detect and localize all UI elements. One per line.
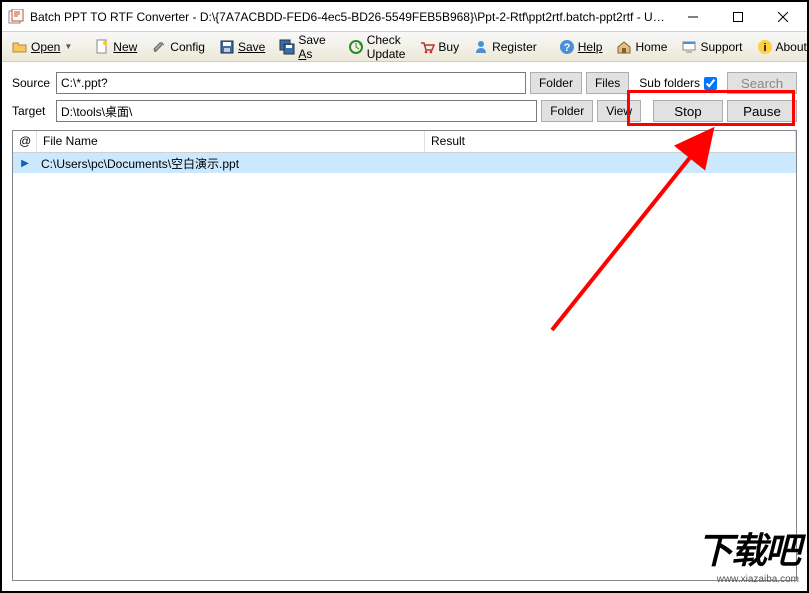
- target-label: Target: [12, 104, 52, 118]
- support-button[interactable]: Support: [675, 36, 748, 58]
- save-label: Save: [238, 40, 265, 54]
- list-header: @ File Name Result: [13, 131, 796, 153]
- source-input[interactable]: [56, 72, 526, 94]
- svg-text:i: i: [763, 42, 766, 54]
- app-icon: [8, 9, 24, 25]
- file-list: @ File Name Result ▶ C:\Users\pc\Documen…: [12, 130, 797, 581]
- window-title: Batch PPT TO RTF Converter - D:\{7A7ACBD…: [30, 10, 670, 24]
- help-label: Help: [578, 40, 603, 54]
- register-label: Register: [492, 40, 537, 54]
- new-label: New: [113, 40, 137, 54]
- save-as-button[interactable]: Save As: [273, 30, 331, 64]
- sub-folders-label: Sub folders: [639, 76, 700, 90]
- home-label: Home: [635, 40, 667, 54]
- paths-panel: Source Folder Files Sub folders Search T…: [2, 62, 807, 134]
- dropdown-arrow-icon: ▼: [64, 42, 72, 51]
- col-header-result[interactable]: Result: [425, 131, 796, 152]
- buy-icon: [419, 39, 435, 55]
- target-input[interactable]: [56, 100, 537, 122]
- open-label: Open: [31, 40, 60, 54]
- open-icon: [12, 39, 28, 55]
- save-button[interactable]: Save: [213, 36, 271, 58]
- sub-folders-input[interactable]: [704, 77, 717, 90]
- register-icon: [473, 39, 489, 55]
- config-label: Config: [170, 40, 205, 54]
- watermark: 下载吧 www.xiazaiba.com: [697, 522, 799, 585]
- svg-text:?: ?: [563, 42, 570, 54]
- help-button[interactable]: ? Help: [553, 36, 609, 58]
- source-folder-button[interactable]: Folder: [530, 72, 582, 94]
- buy-button[interactable]: Buy: [413, 36, 465, 58]
- close-button[interactable]: [760, 3, 805, 31]
- about-label: About: [776, 40, 807, 54]
- home-icon: [616, 39, 632, 55]
- about-icon: i: [757, 39, 773, 55]
- save-as-icon: [279, 39, 295, 55]
- home-button[interactable]: Home: [610, 36, 673, 58]
- config-icon: [151, 39, 167, 55]
- about-button[interactable]: i About: [751, 36, 809, 58]
- config-button[interactable]: Config: [145, 36, 211, 58]
- search-button[interactable]: Search: [727, 72, 797, 94]
- target-view-button[interactable]: View: [597, 100, 641, 122]
- toolbar: Open ▼ New Config Save Save As Check Upd…: [2, 32, 807, 62]
- row-filename: C:\Users\pc\Documents\空白演示.ppt: [37, 155, 425, 172]
- list-item[interactable]: ▶ C:\Users\pc\Documents\空白演示.ppt: [13, 153, 796, 173]
- save-icon: [219, 39, 235, 55]
- col-header-marker[interactable]: @: [13, 131, 37, 152]
- stop-button[interactable]: Stop: [653, 100, 723, 122]
- support-label: Support: [700, 40, 742, 54]
- source-files-button[interactable]: Files: [586, 72, 629, 94]
- new-icon: [94, 39, 110, 55]
- pause-button[interactable]: Pause: [727, 100, 797, 122]
- new-button[interactable]: New: [88, 36, 143, 58]
- maximize-button[interactable]: [715, 3, 760, 31]
- check-update-label: Check Update: [367, 33, 406, 61]
- minimize-button[interactable]: [670, 3, 715, 31]
- check-update-button[interactable]: Check Update: [342, 30, 412, 64]
- row-marker: ▶: [13, 158, 37, 169]
- buy-label: Buy: [438, 40, 459, 54]
- open-button[interactable]: Open ▼: [6, 36, 78, 58]
- titlebar: Batch PPT TO RTF Converter - D:\{7A7ACBD…: [2, 2, 807, 32]
- sub-folders-checkbox[interactable]: Sub folders: [639, 76, 717, 90]
- col-header-filename[interactable]: File Name: [37, 131, 425, 152]
- help-icon: ?: [559, 39, 575, 55]
- watermark-main: 下载吧: [697, 522, 799, 574]
- source-label: Source: [12, 76, 52, 90]
- register-button[interactable]: Register: [467, 36, 543, 58]
- target-folder-button[interactable]: Folder: [541, 100, 593, 122]
- check-update-icon: [348, 39, 364, 55]
- support-icon: [681, 39, 697, 55]
- watermark-url: www.xiazaiba.com: [697, 574, 799, 585]
